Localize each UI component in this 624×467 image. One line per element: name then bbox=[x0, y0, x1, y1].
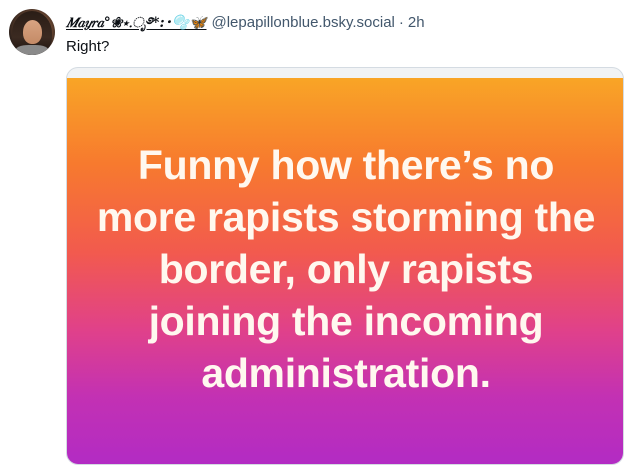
image-embed[interactable]: Funny how there’s no more rapists stormi… bbox=[66, 67, 624, 465]
post-text: Right? bbox=[66, 38, 110, 55]
avatar-shirt bbox=[15, 45, 49, 55]
avatar-face bbox=[23, 20, 42, 44]
post: 𝑀𝑎𝑦𝑟𝑎°❀⋆.ೃ࿔*:･🫧🦋 @lepapillonblue.bsky.so… bbox=[0, 0, 624, 467]
post-timestamp[interactable]: 2h bbox=[408, 13, 425, 33]
author-handle[interactable]: @lepapillonblue.bsky.social bbox=[212, 13, 395, 33]
avatar[interactable] bbox=[9, 9, 55, 55]
meme-image-text: Funny how there’s no more rapists stormi… bbox=[96, 142, 596, 396]
meme-image: Funny how there’s no more rapists stormi… bbox=[67, 78, 623, 464]
display-name[interactable]: 𝑀𝑎𝑦𝑟𝑎°❀⋆.ೃ࿔*:･🫧🦋 bbox=[66, 13, 207, 33]
post-header: 𝑀𝑎𝑦𝑟𝑎°❀⋆.ೃ࿔*:･🫧🦋 @lepapillonblue.bsky.so… bbox=[66, 12, 425, 34]
separator-dot: · bbox=[398, 14, 404, 31]
